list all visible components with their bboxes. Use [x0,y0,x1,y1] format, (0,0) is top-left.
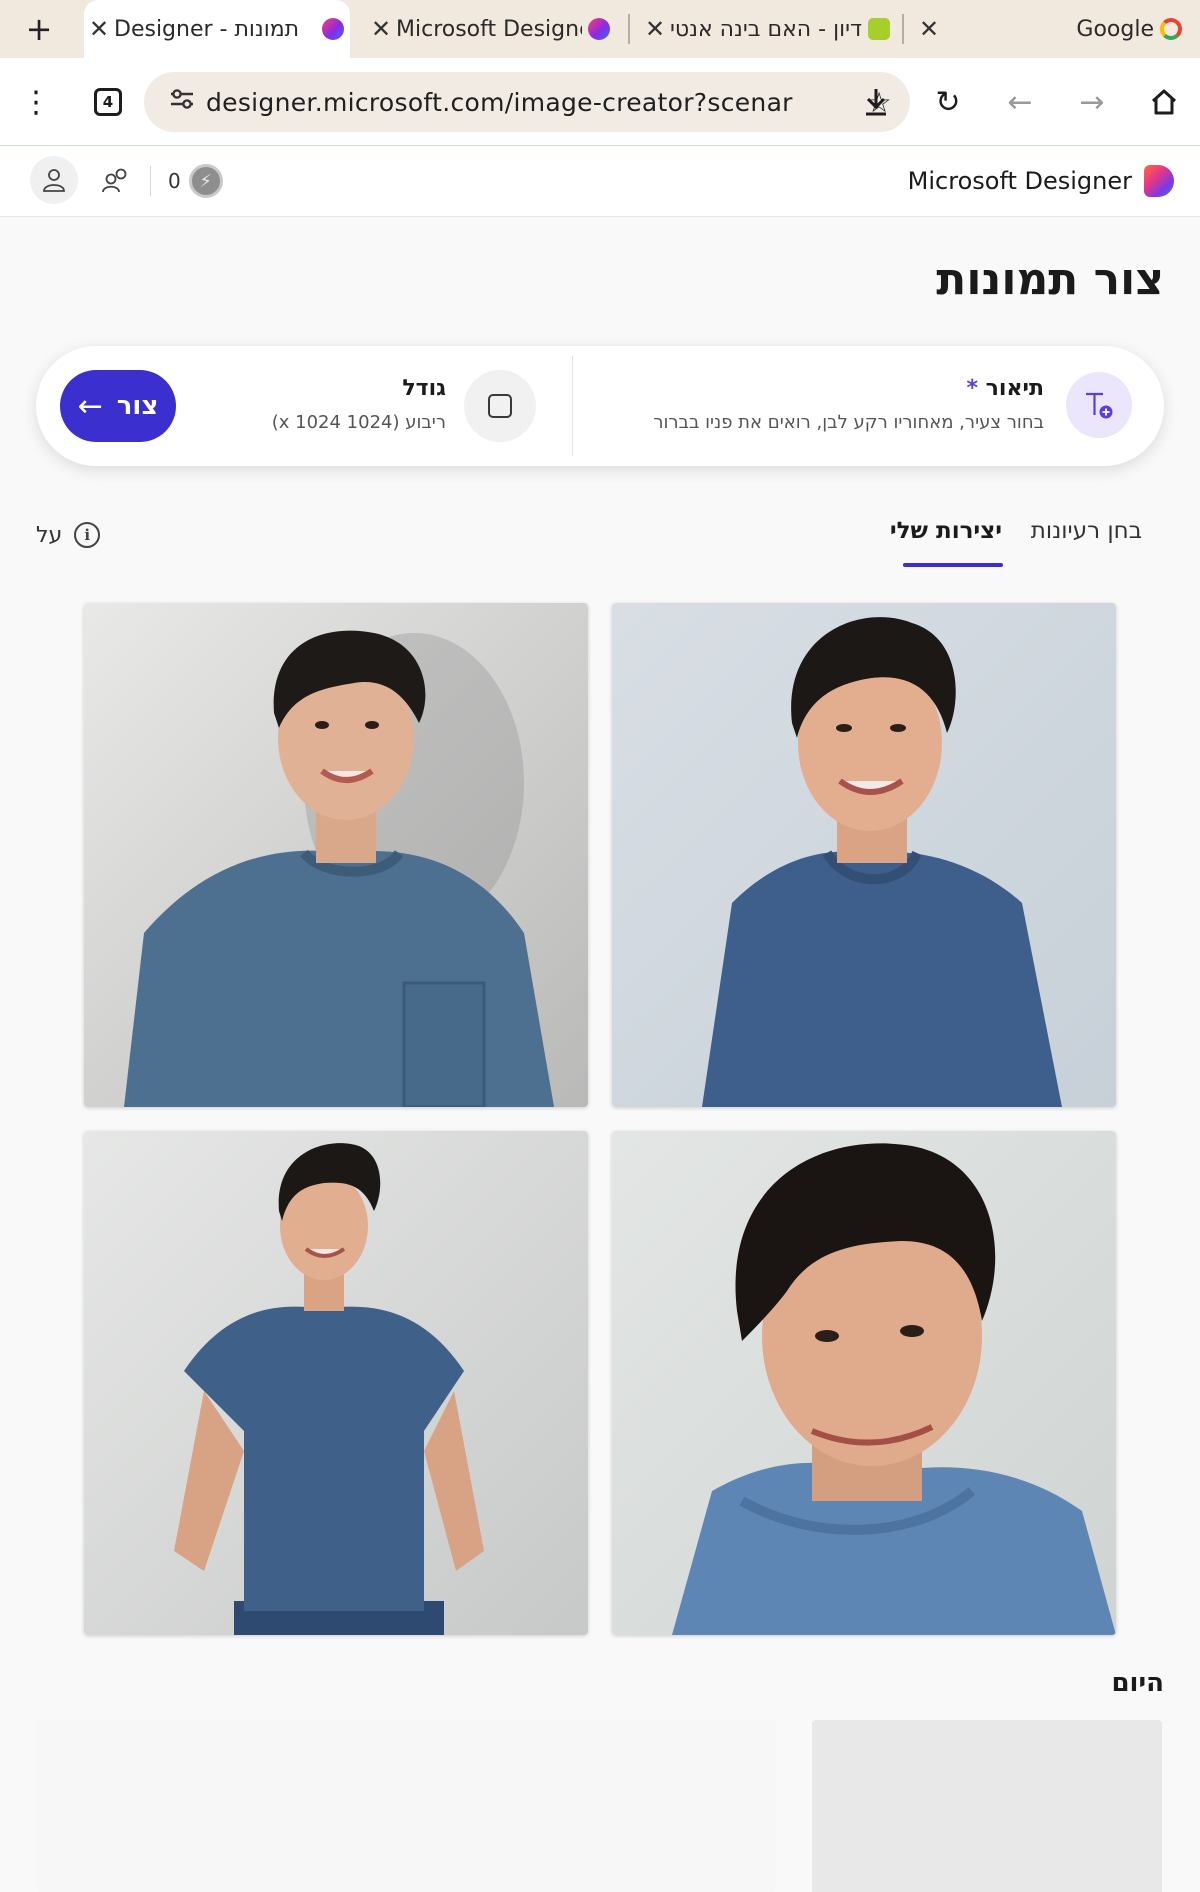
arrow-left-icon: ← [77,388,103,424]
required-mark: * [966,376,978,401]
info-icon: i [74,522,101,548]
header-divider [150,166,151,196]
new-tab-plus-icon[interactable]: + [18,8,60,50]
browser-tab-discussion[interactable]: ✕ דיון - האם בינה אנטי [640,0,896,58]
tab-explore-ideas[interactable]: בחן רעיונות [1031,518,1142,544]
profile-button[interactable] [30,156,78,204]
close-icon[interactable]: ✕ [366,15,396,43]
arrow-left-icon[interactable]: ← [998,80,1042,124]
page-title: צור תמונות [936,254,1164,305]
tab-separator [628,14,630,44]
browser-tab-microsoft-designer[interactable]: ✕ Microsoft Designer [366,0,616,58]
prompt-card: תיאור * בחור צעיר, מאחוריו רקע לבן, רואי… [36,346,1164,466]
browser-toolbar: ⋮ 4 designer.microsoft.com/image-creator… [0,58,1200,146]
person-icon [43,169,65,192]
history-placeholder-ghost [36,1720,776,1892]
text-add-icon [1066,372,1132,438]
download-icon[interactable] [854,80,898,124]
size-label: גודל [402,376,446,401]
about-label: על [36,522,63,548]
tab-separator [902,14,904,44]
coin-icon: ⚡ [188,164,223,198]
tab-my-creations[interactable]: יצירות שלי [890,518,1002,544]
url-text[interactable]: designer.microsoft.com/image-creator?sce… [206,88,854,117]
close-icon[interactable]: ✕ [84,15,114,43]
boost-credits[interactable]: 0 ⚡ [168,160,223,202]
kebab-menu-icon[interactable]: ⋮ [14,80,58,124]
browser-tab-strip: + ✕ תמונות - Designer ✕ Microsoft Design… [0,0,1200,58]
card-divider [572,356,573,456]
people-icon [102,168,127,193]
tab-title: דיון - האם בינה אנטי [670,16,862,42]
generated-image-3[interactable] [84,1131,588,1635]
people-button[interactable] [96,158,136,202]
app-header: 0 ⚡ Microsoft Designer [0,146,1200,217]
history-thumbnail-placeholder[interactable] [812,1720,1162,1892]
designer-favicon-icon [588,18,610,40]
google-tab-label[interactable]: Google [1076,0,1182,58]
brand[interactable]: Microsoft Designer [908,158,1174,204]
brand-name: Microsoft Designer [907,167,1132,195]
google-label: Google [1076,16,1154,42]
close-icon[interactable]: ✕ [914,15,944,43]
section-today-heading: היום [1111,1668,1164,1698]
browser-tab-google[interactable]: ✕ [914,0,944,58]
close-icon[interactable]: ✕ [640,15,670,43]
forum-favicon-icon [868,18,890,40]
arrow-right-icon[interactable]: → [1070,80,1114,124]
google-logo-icon [1160,18,1182,40]
size-value[interactable]: ריבוע (1024 x 1024) [272,412,446,433]
generated-image-1[interactable] [84,603,588,1107]
size-selector-button[interactable] [464,370,536,442]
tab-title: תמונות - Designer [114,16,300,42]
description-label: תיאור * [966,376,1044,401]
tab-count: 4 [94,88,122,116]
tune-icon[interactable] [158,88,206,116]
address-bar[interactable]: designer.microsoft.com/image-creator?sce… [144,72,910,132]
create-button[interactable]: ← צור [60,370,176,442]
credits-count: 0 [168,169,181,193]
designer-logo-icon [1144,165,1174,197]
reload-icon[interactable]: ↻ [926,80,970,124]
generated-image-4[interactable] [612,1131,1116,1635]
about-link[interactable]: על i [36,518,101,552]
generated-image-2[interactable] [612,603,1116,1107]
description-label-text: תיאור [985,376,1044,401]
create-button-label: צור [116,391,159,421]
description-input[interactable]: בחור צעיר, מאחוריו רקע לבן, רואים את פני… [653,412,1044,433]
tab-title: Microsoft Designer [396,16,582,42]
designer-favicon-icon [322,18,344,40]
tab-switcher-button[interactable]: 4 [86,80,130,124]
browser-tab-designer-images[interactable]: ✕ תמונות - Designer [84,0,350,58]
square-icon [488,394,512,418]
home-icon[interactable] [1142,80,1186,124]
active-tab-indicator [903,563,1003,567]
